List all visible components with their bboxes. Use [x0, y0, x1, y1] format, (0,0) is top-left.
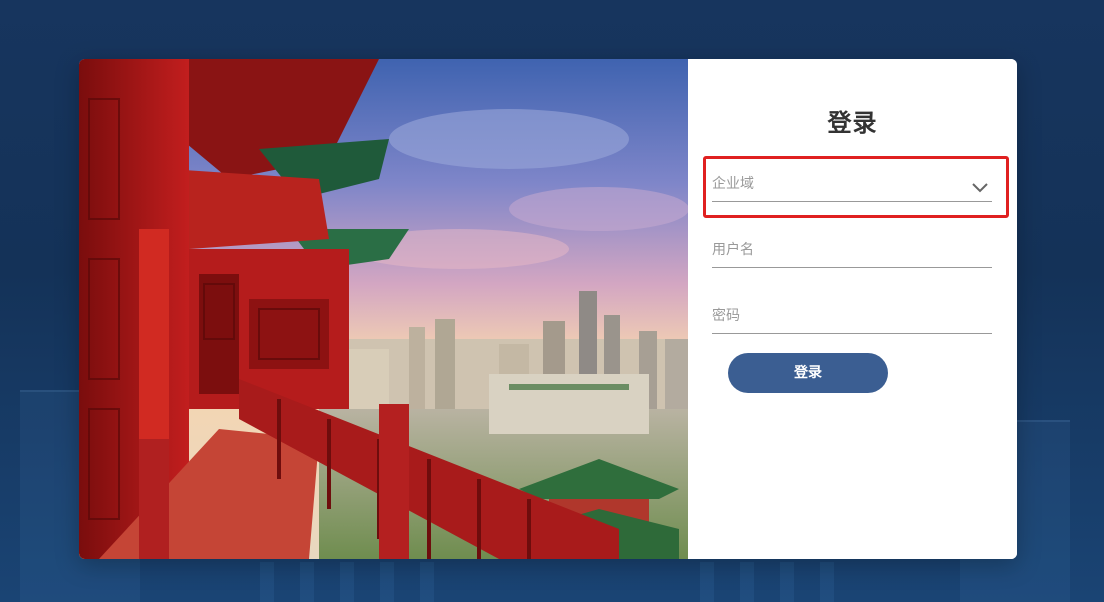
username-field[interactable]: 用户名 [712, 223, 992, 268]
password-field[interactable]: 密码 [712, 289, 992, 334]
login-card: 登录 企业域 用户名 密码 登录 [79, 59, 1017, 559]
background-stripe [260, 562, 274, 602]
background-stripe [300, 562, 314, 602]
login-title: 登录 [827, 109, 878, 137]
password-placeholder: 密码 [712, 308, 740, 324]
login-form: 登录 企业域 用户名 密码 登录 [688, 59, 1017, 559]
pavilion-cityscape-image [79, 59, 688, 559]
username-placeholder: 用户名 [712, 242, 754, 258]
background-stripe [420, 562, 434, 602]
background-stripe [700, 562, 714, 602]
login-button[interactable]: 登录 [728, 353, 888, 393]
hero-photo [79, 59, 688, 559]
chevron-down-icon[interactable] [972, 181, 988, 193]
domain-select[interactable]: 企业域 [712, 157, 992, 202]
background-stripe [780, 562, 794, 602]
domain-placeholder: 企业域 [712, 176, 754, 192]
background-stripe [820, 562, 834, 602]
background-stripe [340, 562, 354, 602]
background-stripe [740, 562, 754, 602]
background-stripe [380, 562, 394, 602]
